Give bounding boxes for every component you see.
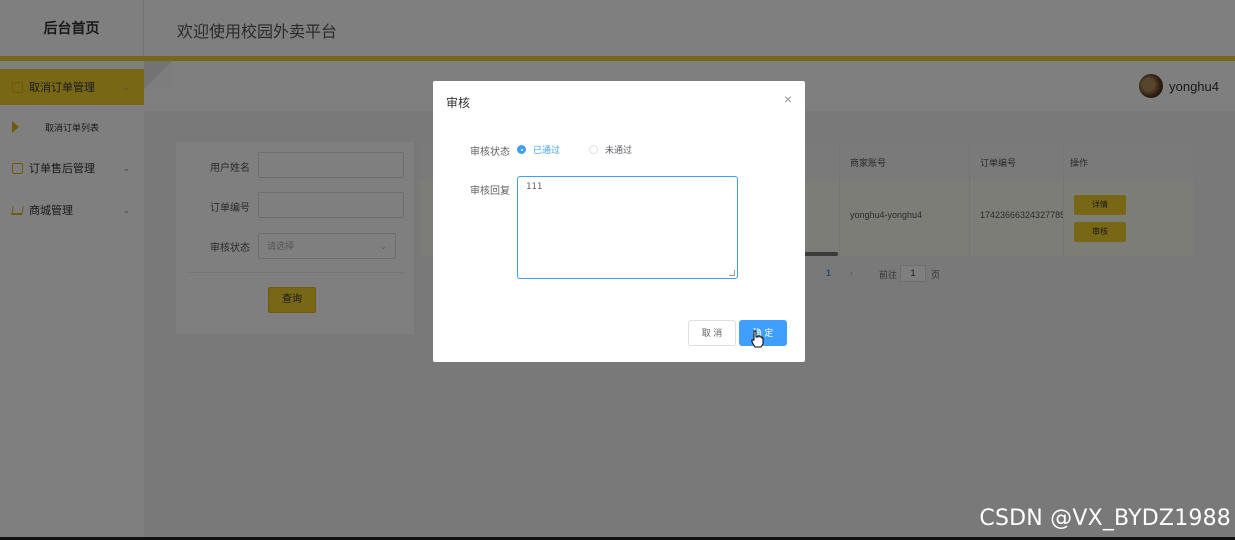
resize-handle-icon[interactable] — [729, 270, 735, 276]
reply-textarea[interactable]: 111 — [517, 176, 738, 279]
review-dialog: 审核 × 审核状态 已通过 未通过 审核回复 111 取 消 确 定 — [433, 81, 805, 362]
watermark: CSDN @VX_BYDZ1988 — [979, 506, 1231, 531]
cancel-button[interactable]: 取 消 — [688, 320, 736, 346]
radio-unchecked-icon — [589, 145, 598, 154]
close-icon[interactable]: × — [784, 91, 792, 107]
reply-text: 111 — [526, 182, 543, 192]
reply-label: 审核回复 — [470, 186, 510, 197]
pointer-cursor-icon — [751, 330, 764, 348]
dialog-title: 审核 — [446, 96, 471, 110]
radio-label: 已通过 — [533, 145, 561, 155]
radio-approved[interactable]: 已通过 — [517, 143, 560, 156]
status-label: 审核状态 — [470, 147, 510, 158]
radio-checked-icon — [517, 145, 526, 154]
radio-rejected[interactable]: 未通过 — [589, 143, 632, 156]
radio-label: 未通过 — [605, 145, 633, 155]
